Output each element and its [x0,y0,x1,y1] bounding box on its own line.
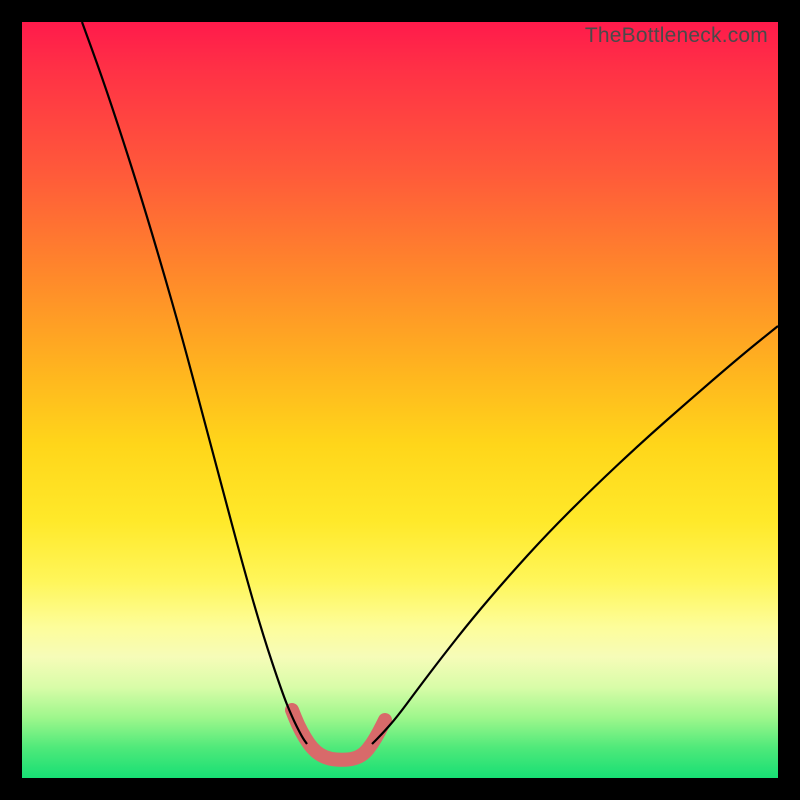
right-branch-path [372,326,778,744]
valley-highlight-path [292,710,385,760]
plot-area: TheBottleneck.com [22,22,778,778]
curve-layer [22,22,778,778]
chart-frame: TheBottleneck.com [0,0,800,800]
left-branch-path [82,22,307,744]
